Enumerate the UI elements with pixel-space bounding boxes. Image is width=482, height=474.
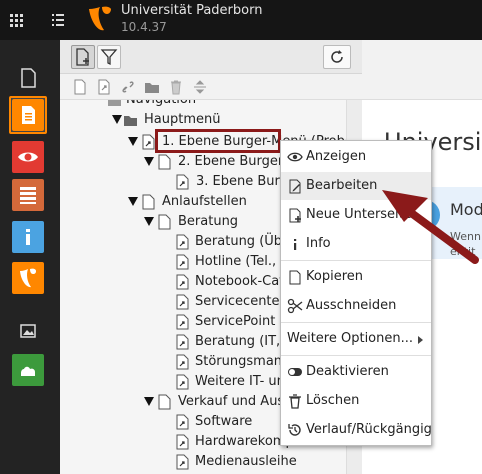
collapse-icon[interactable] <box>144 217 154 226</box>
filelist-shortcut[interactable] <box>12 62 44 94</box>
toggle-icon <box>288 368 302 376</box>
collapse-icon[interactable] <box>144 157 154 166</box>
shortcut-doktype-icon[interactable] <box>96 79 112 95</box>
new-page-icon <box>76 48 89 66</box>
chevron-right-icon <box>418 336 423 344</box>
link-doktype-icon[interactable] <box>120 79 136 95</box>
page-icon <box>158 154 171 170</box>
site-name: Universität Paderborn <box>121 3 263 18</box>
sites-module-button[interactable] <box>12 354 44 386</box>
shortcut-page-icon <box>176 294 189 310</box>
collapse-icon[interactable] <box>144 397 154 406</box>
module-menu <box>0 40 60 474</box>
recycler-doktype-icon[interactable] <box>168 79 184 95</box>
shortcut-page-icon <box>176 434 189 450</box>
reload-button[interactable] <box>323 45 351 69</box>
shortcut-page-icon <box>176 374 189 390</box>
filelist-module-button[interactable] <box>12 315 44 347</box>
top-bar: Universität Paderborn 10.4.37 <box>0 0 482 40</box>
page-icon <box>158 214 171 230</box>
annotation-highlight-box <box>155 129 281 153</box>
module-menu-toggle[interactable] <box>42 0 74 40</box>
menu-divider <box>281 355 431 356</box>
info-module-button[interactable] <box>12 221 44 253</box>
menu-item-view[interactable]: Anzeigen <box>281 143 431 171</box>
list-toggle-icon <box>52 14 64 26</box>
folder-doktype-icon[interactable] <box>144 79 160 95</box>
typo3-logo-icon[interactable] <box>87 5 113 33</box>
menu-item-history[interactable]: Verlauf/Rückgängig <box>281 416 432 444</box>
menu-divider <box>281 322 431 323</box>
collapse-icon[interactable] <box>128 137 138 146</box>
sites-icon <box>21 366 35 376</box>
menu-item-more-options[interactable]: Weitere Optionen... <box>281 325 431 353</box>
shortcut-page-icon <box>176 174 189 190</box>
shortcut-page-icon <box>176 334 189 350</box>
apps-grid-button[interactable] <box>0 0 32 40</box>
doktype-toolbar <box>60 74 362 100</box>
content-header <box>362 40 482 100</box>
image-icon <box>20 324 36 338</box>
shortcut-page-icon <box>176 354 189 370</box>
collapse-icon[interactable] <box>112 115 122 124</box>
menu-item-cut[interactable]: Ausschneiden <box>281 292 431 320</box>
info-icon <box>294 239 297 250</box>
copy-icon <box>289 270 301 285</box>
site-version: 10.4.37 <box>121 20 167 34</box>
shortcut-page-icon <box>176 254 189 270</box>
collapse-icon[interactable] <box>128 197 138 206</box>
cut-icon <box>287 298 303 314</box>
list-module-button[interactable] <box>12 179 44 211</box>
page-doktype-icon[interactable] <box>72 79 88 95</box>
filter-icon <box>100 49 118 66</box>
template-module-button[interactable] <box>12 262 44 294</box>
page-module-button[interactable] <box>12 99 44 131</box>
eye-icon <box>18 152 38 162</box>
menu-item-delete[interactable]: Löschen <box>281 387 431 415</box>
eye-icon <box>287 152 303 162</box>
page-icon <box>142 194 155 210</box>
folder-icon <box>108 100 121 106</box>
shortcut-page-icon <box>142 134 155 150</box>
shortcut-page-icon <box>176 274 189 290</box>
view-module-button[interactable] <box>12 141 44 173</box>
annotation-arrow-icon <box>382 190 479 264</box>
tree-toolbar <box>60 40 362 74</box>
edit-icon <box>289 179 301 194</box>
folder-icon <box>124 116 137 126</box>
document-icon <box>21 68 36 88</box>
shortcut-page-icon <box>176 234 189 250</box>
list-icon <box>20 187 36 204</box>
typo3-icon <box>20 268 36 288</box>
grid-icon <box>10 14 23 27</box>
filter-toolbar-button[interactable] <box>97 45 121 69</box>
page-module-icon <box>22 106 35 124</box>
trash-icon <box>289 394 301 409</box>
separator-doktype-icon[interactable] <box>192 79 208 95</box>
info-icon <box>26 229 30 245</box>
history-icon <box>288 424 301 436</box>
menu-item-deactivate[interactable]: Deaktivieren <box>281 358 431 386</box>
shortcut-page-icon <box>176 314 189 330</box>
shortcut-page-icon <box>176 414 189 430</box>
shortcut-page-icon <box>176 454 189 470</box>
new-page-toolbar-button[interactable] <box>71 45 95 69</box>
new-page-icon <box>289 208 301 223</box>
page-icon <box>158 394 171 410</box>
refresh-icon <box>331 50 343 63</box>
